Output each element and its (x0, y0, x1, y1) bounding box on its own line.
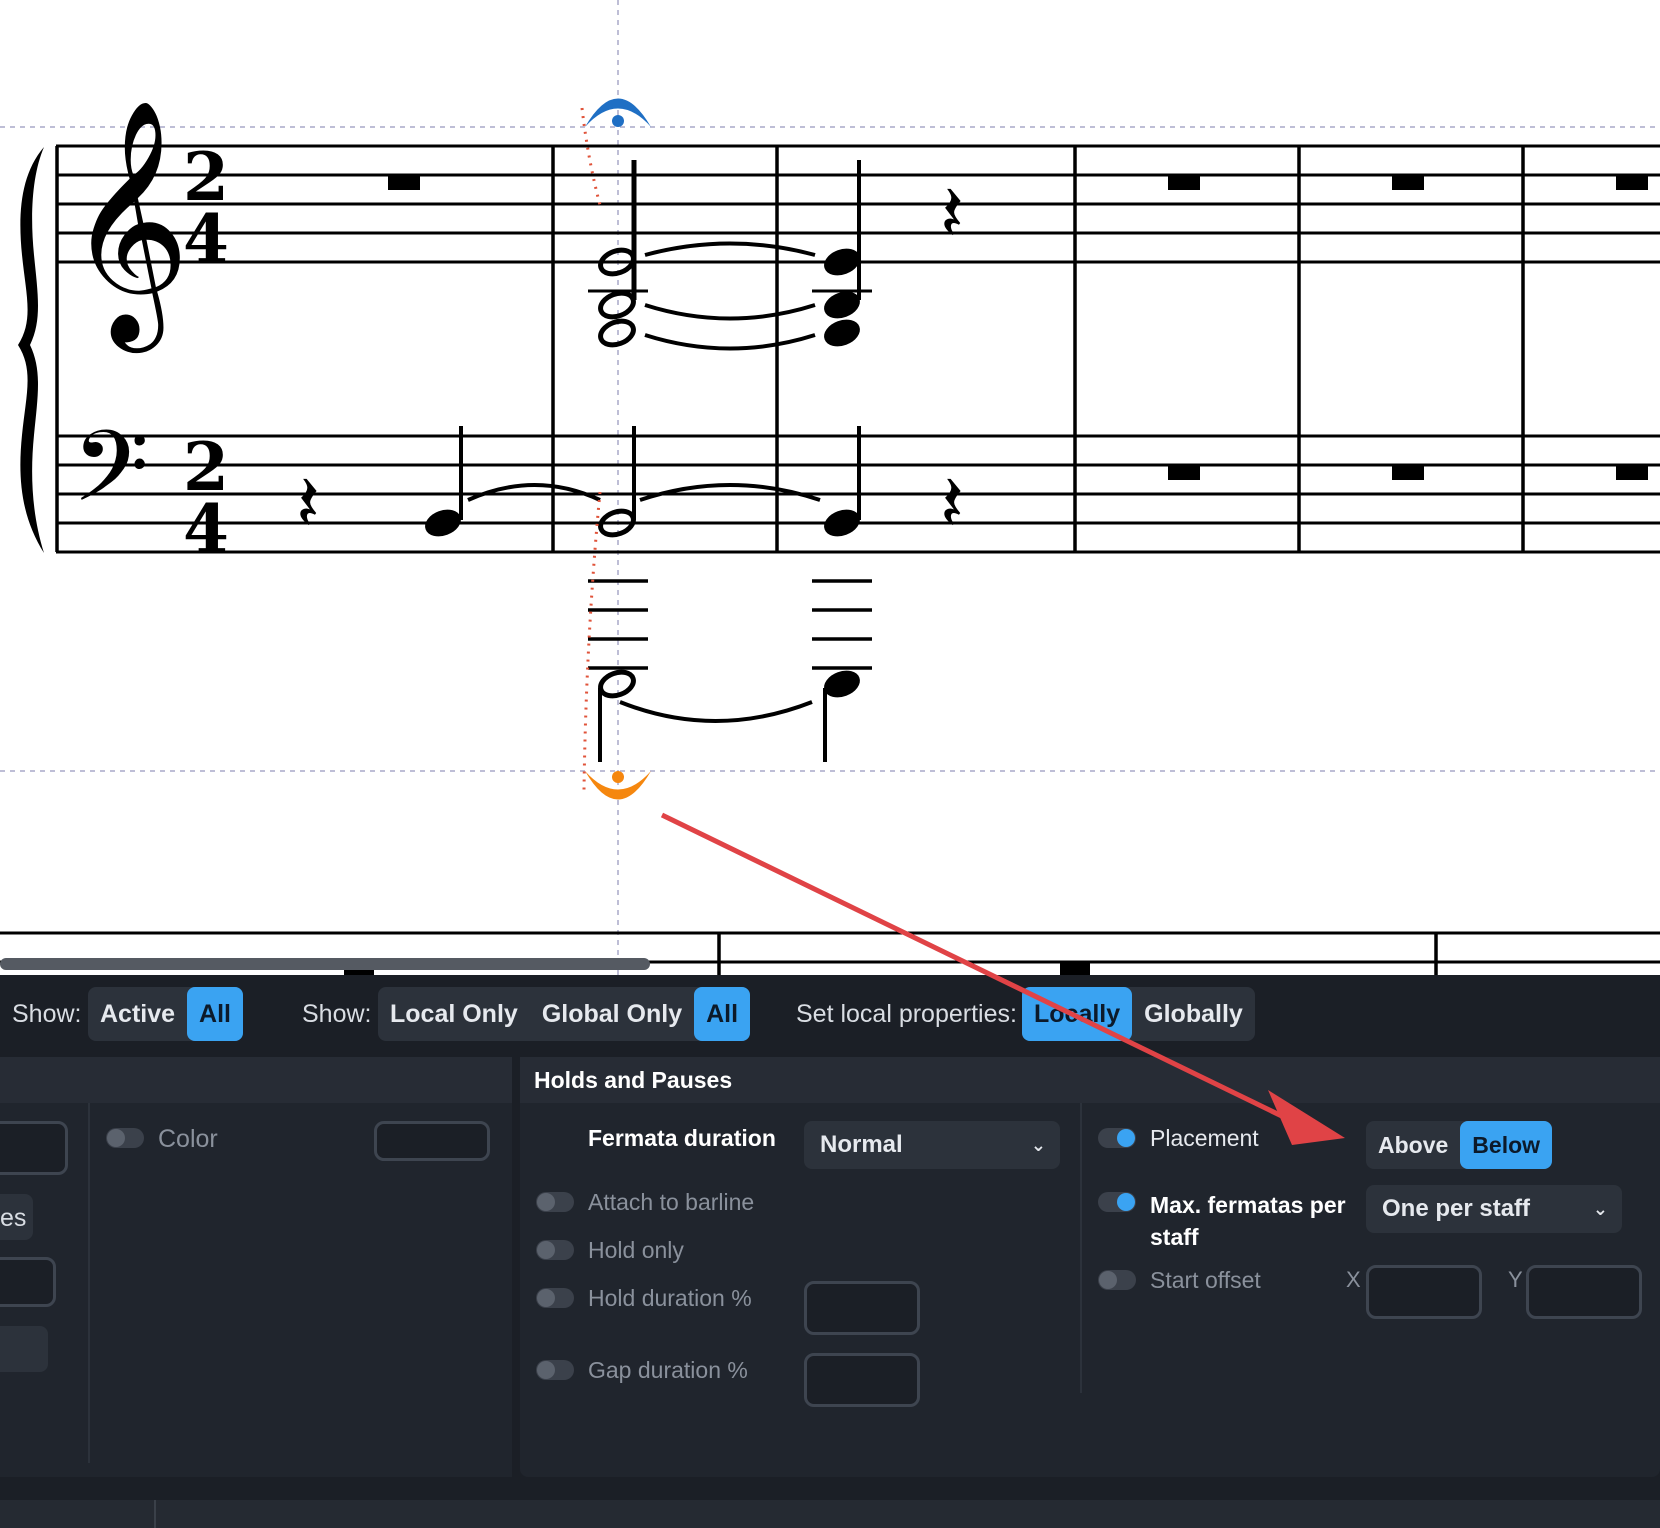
annotation-arrow (660, 812, 1345, 1145)
